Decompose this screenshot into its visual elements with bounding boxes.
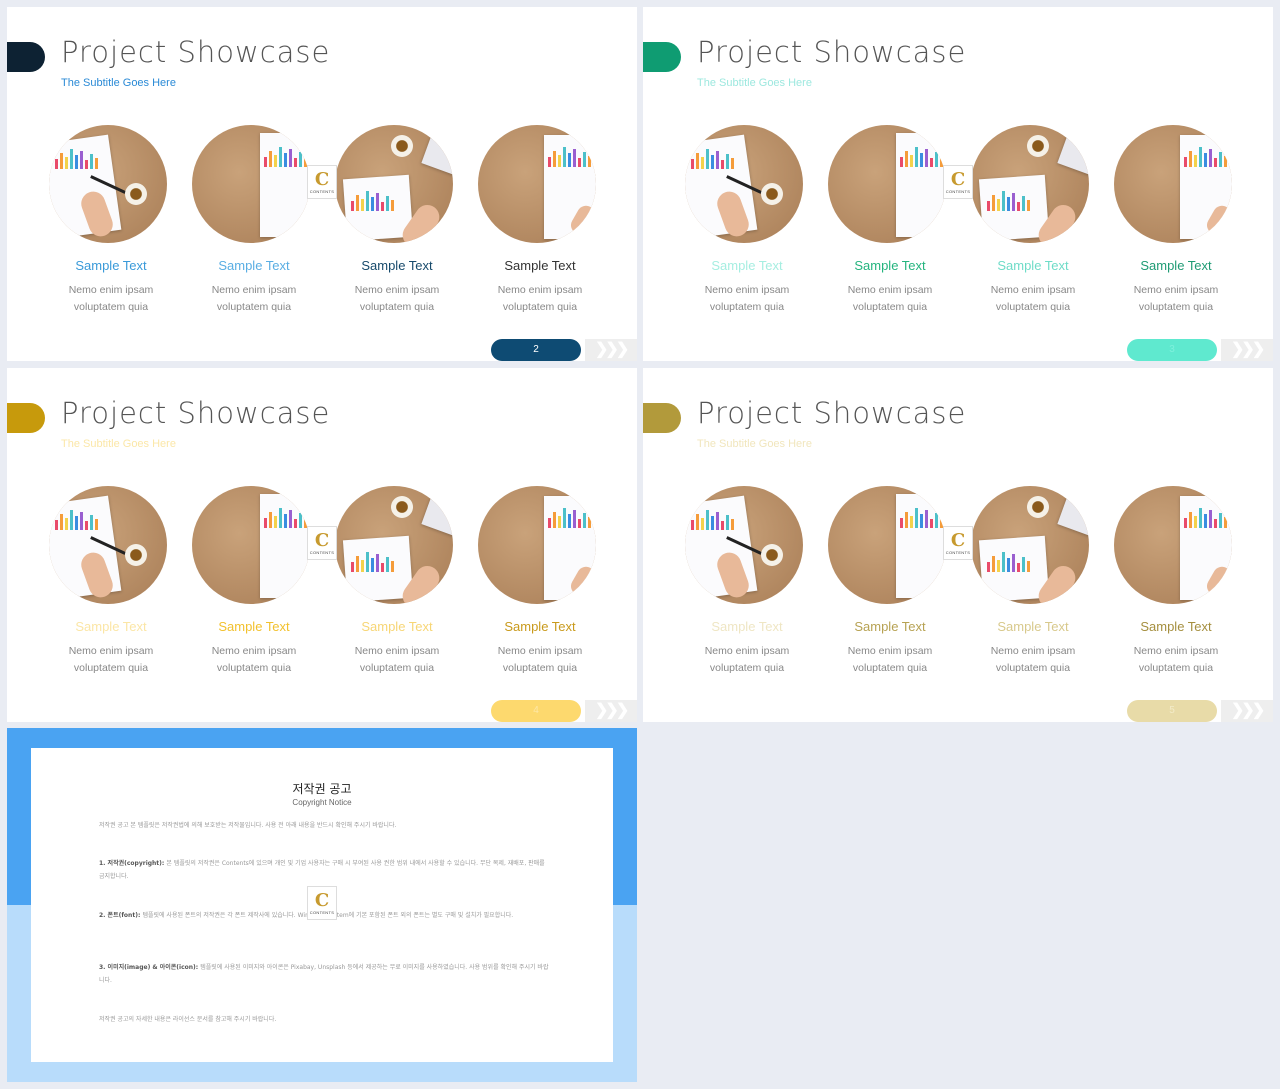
- page-number: 2: [491, 339, 581, 361]
- item-description: Nemo enim ipsam voluptatem quia: [211, 284, 297, 313]
- copyright-logo: C CONTENTS: [307, 886, 337, 920]
- photo-circle: [971, 486, 1089, 604]
- chevron-arrows-icon: ❯❯❯: [585, 700, 637, 722]
- showcase-slide: Project Showcase The Subtitle Goes Here C…: [7, 7, 637, 361]
- copyright-paragraph: 저작권 공고 본 템플릿은 저작권법에 의해 보호받는 저작물입니다. 사용 전…: [99, 822, 397, 829]
- item-title: Sample Text: [218, 619, 290, 634]
- image-row: C CONTENTS: [49, 125, 609, 245]
- photo-circle: [478, 125, 596, 243]
- chevron-arrows-icon: ❯❯❯: [1221, 700, 1273, 722]
- item-description: Nemo enim ipsam voluptatem quia: [704, 645, 790, 674]
- photo-circle: [1114, 486, 1232, 604]
- item-description: Nemo enim ipsam voluptatem quia: [68, 645, 154, 674]
- item-title: Sample Text: [711, 258, 783, 273]
- photo-circle: [685, 125, 803, 243]
- copyright-slide: 저작권 공고 Copyright Notice 저작권 공고 본 템플릿은 저작…: [7, 728, 637, 1082]
- slide-subtitle: The Subtitle Goes Here: [697, 77, 812, 89]
- item-title: Sample Text: [218, 258, 290, 273]
- item-description: Nemo enim ipsam voluptatem quia: [990, 645, 1076, 674]
- brand-logo: C CONTENTS: [307, 165, 337, 199]
- accent-tab: [643, 403, 681, 433]
- item-title: Sample Text: [361, 258, 433, 273]
- slide-subtitle: The Subtitle Goes Here: [61, 438, 176, 450]
- photo-circle: [49, 486, 167, 604]
- photo-circle: [192, 486, 310, 604]
- brand-logo: C CONTENTS: [307, 526, 337, 560]
- slide-title: Project Showcase: [61, 396, 331, 430]
- item-description: Nemo enim ipsam voluptatem quia: [68, 284, 154, 313]
- slide-title: Project Showcase: [697, 396, 967, 430]
- accent-tab: [643, 42, 681, 72]
- item-title: Sample Text: [854, 619, 926, 634]
- photo-circle: [335, 125, 453, 243]
- photo-circle: [828, 125, 946, 243]
- showcase-slide: Project Showcase The Subtitle Goes Here C…: [643, 368, 1273, 722]
- item-title: Sample Text: [711, 619, 783, 634]
- slide-subtitle: The Subtitle Goes Here: [697, 438, 812, 450]
- item-description: Nemo enim ipsam voluptatem quia: [354, 284, 440, 313]
- accent-tab: [7, 42, 45, 72]
- item-title: Sample Text: [997, 619, 1069, 634]
- item-title: Sample Text: [504, 258, 576, 273]
- copyright-paragraph: 1. 저작권(copyright): 본 템플릿의 저작권은 Contents에…: [99, 860, 545, 880]
- image-row: C CONTENTS: [685, 486, 1245, 606]
- copyright-paper: 저작권 공고 Copyright Notice 저작권 공고 본 템플릿은 저작…: [31, 748, 613, 1062]
- copyright-subtitle: Copyright Notice: [292, 798, 352, 807]
- item-title: Sample Text: [854, 258, 926, 273]
- item-title: Sample Text: [997, 258, 1069, 273]
- item-title: Sample Text: [75, 619, 147, 634]
- slide-title: Project Showcase: [697, 35, 967, 69]
- copyright-paragraph: 저작권 공고의 자세한 내용은 라이선스 문서를 참고해 주시기 바랍니다.: [99, 1016, 277, 1023]
- brand-logo: C CONTENTS: [943, 526, 973, 560]
- showcase-slide: Project Showcase The Subtitle Goes Here C…: [643, 7, 1273, 361]
- photo-circle: [1114, 125, 1232, 243]
- slide-title: Project Showcase: [61, 35, 331, 69]
- item-description: Nemo enim ipsam voluptatem quia: [211, 645, 297, 674]
- photo-circle: [478, 486, 596, 604]
- item-description: Nemo enim ipsam voluptatem quia: [847, 645, 933, 674]
- page-number: 3: [1127, 339, 1217, 361]
- copyright-paragraph: 3. 이미지(image) & 아이콘(icon): 템플릿에 사용된 이미지와…: [99, 964, 549, 984]
- item-description: Nemo enim ipsam voluptatem quia: [847, 284, 933, 313]
- copyright-title: 저작권 공고: [292, 782, 352, 796]
- slide-subtitle: The Subtitle Goes Here: [61, 77, 176, 89]
- item-description: Nemo enim ipsam voluptatem quia: [497, 645, 583, 674]
- item-description: Nemo enim ipsam voluptatem quia: [497, 284, 583, 313]
- accent-tab: [7, 403, 45, 433]
- photo-circle: [335, 486, 453, 604]
- chevron-arrows-icon: ❯❯❯: [585, 339, 637, 361]
- page-number: 5: [1127, 700, 1217, 722]
- page-number: 4: [491, 700, 581, 722]
- item-description: Nemo enim ipsam voluptatem quia: [704, 284, 790, 313]
- photo-circle: [192, 125, 310, 243]
- item-description: Nemo enim ipsam voluptatem quia: [354, 645, 440, 674]
- item-title: Sample Text: [1140, 619, 1212, 634]
- chevron-arrows-icon: ❯❯❯: [1221, 339, 1273, 361]
- photo-circle: [49, 125, 167, 243]
- item-description: Nemo enim ipsam voluptatem quia: [990, 284, 1076, 313]
- item-description: Nemo enim ipsam voluptatem quia: [1133, 645, 1219, 674]
- showcase-slide: Project Showcase The Subtitle Goes Here C…: [7, 368, 637, 722]
- image-row: C CONTENTS: [685, 125, 1245, 245]
- brand-logo: C CONTENTS: [943, 165, 973, 199]
- item-title: Sample Text: [1140, 258, 1212, 273]
- image-row: C CONTENTS: [49, 486, 609, 606]
- item-description: Nemo enim ipsam voluptatem quia: [1133, 284, 1219, 313]
- item-title: Sample Text: [75, 258, 147, 273]
- photo-circle: [971, 125, 1089, 243]
- item-title: Sample Text: [504, 619, 576, 634]
- photo-circle: [828, 486, 946, 604]
- item-title: Sample Text: [361, 619, 433, 634]
- photo-circle: [685, 486, 803, 604]
